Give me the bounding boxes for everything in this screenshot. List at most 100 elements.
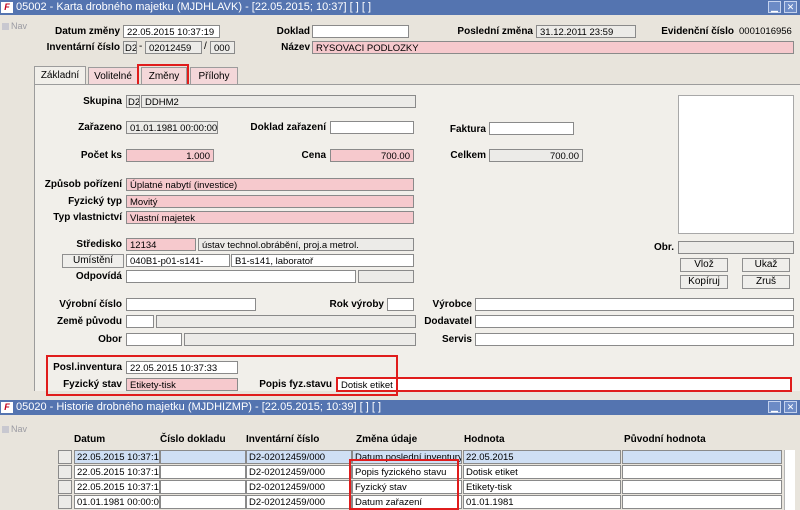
popis-fyz-stavu-field[interactable]: Dotisk etiket [336, 377, 792, 392]
nazev-field[interactable]: RYSOVACI PODLOZKY [312, 41, 794, 54]
cell-datum[interactable]: 01.01.1981 00:00:00 [74, 495, 160, 509]
pocet-ks-label: Počet ks [80, 150, 122, 161]
celkem-label: Celkem [450, 150, 486, 161]
stredisko-code-field[interactable]: 12134 [126, 238, 196, 251]
doklad-field[interactable] [312, 25, 409, 38]
zpusob-porizeni-label: Způsob pořízení [44, 179, 122, 190]
umisteni-code-field[interactable]: 040B1-p01-s141- [126, 254, 230, 267]
vyrobni-cislo-field[interactable] [126, 298, 256, 311]
doklad-zarazeni-field[interactable] [330, 121, 414, 134]
cell-hodnota[interactable]: 22.05.2015 [463, 450, 621, 464]
obr-label: Obr. [653, 242, 674, 253]
cell-inv[interactable]: D2-02012459/000 [246, 465, 352, 479]
datum-zmeny-label: Datum změny [54, 26, 120, 37]
rok-vyroby-label: Rok výroby [329, 299, 384, 310]
cell-inv[interactable]: D2-02012459/000 [246, 450, 352, 464]
minimize-button[interactable]: ▁ [768, 1, 781, 13]
cell-doklad[interactable] [160, 450, 246, 464]
pocet-ks-field[interactable]: 1.000 [126, 149, 214, 162]
row-selector[interactable] [58, 495, 72, 509]
cell-inv[interactable]: D2-02012459/000 [246, 480, 352, 494]
column-header-cislo-dokladu[interactable]: Číslo dokladu [160, 434, 226, 445]
umisteni-name-field[interactable]: B1-s141, laboratoř [231, 254, 414, 267]
cell-datum[interactable]: 22.05.2015 10:37:19 [74, 450, 160, 464]
nav-icon [2, 23, 9, 30]
faktura-field[interactable] [489, 122, 574, 135]
app-logo-icon: F [1, 2, 13, 13]
cell-doklad[interactable] [160, 465, 246, 479]
column-header-hodnota[interactable]: Hodnota [464, 434, 505, 445]
cena-label: Cena [301, 150, 326, 161]
rok-vyroby-field[interactable] [387, 298, 414, 311]
close-button[interactable]: ✕ [784, 1, 797, 13]
odpovida-field[interactable] [126, 270, 356, 283]
doklad-label: Doklad [276, 26, 310, 37]
kopiruj-button[interactable]: Kopíruj [680, 275, 728, 289]
zeme-puvodu-code-field[interactable] [126, 315, 154, 328]
nav-icon [2, 426, 9, 433]
column-header-puvodni-hodnota[interactable]: Původní hodnota [624, 434, 706, 445]
column-header-inventarni-cislo[interactable]: Inventární číslo [246, 434, 319, 445]
cell-datum[interactable]: 22.05.2015 10:37:19 [74, 465, 160, 479]
inventarni-cislo-label: Inventární číslo [46, 42, 120, 53]
stredisko-label: Středisko [76, 239, 122, 250]
cell-puvodni[interactable] [622, 480, 782, 494]
cell-puvodni[interactable] [622, 465, 782, 479]
inv-suffix-field[interactable]: 000 [210, 41, 235, 54]
vloz-button[interactable]: Vlož [680, 258, 728, 272]
typ-vlastnictvi-label: Typ vlastnictví [53, 212, 122, 223]
cell-doklad[interactable] [160, 480, 246, 494]
cell-datum[interactable]: 22.05.2015 10:37:19 [74, 480, 160, 494]
row-selector[interactable] [58, 450, 72, 464]
zarazeno-field[interactable]: 01.01.1981 00:00:00 [126, 121, 218, 134]
cena-field[interactable]: 700.00 [330, 149, 414, 162]
window2-title-bar[interactable]: F 05020 - Historie drobného majetku (MJD… [0, 400, 800, 415]
row-selector[interactable] [58, 480, 72, 494]
odpovida-label: Odpovídá [75, 271, 122, 282]
datum-zmeny-field[interactable]: 22.05.2015 10:37:19 [123, 25, 220, 38]
posledni-zmena-field: 31.12.2011 23:59 [536, 25, 636, 38]
umisteni-button[interactable]: Umístění [62, 254, 124, 268]
close-button[interactable]: ✕ [784, 401, 797, 413]
zrus-button[interactable]: Zruš [742, 275, 790, 289]
fyzicky-typ-field[interactable]: Movitý [126, 195, 414, 208]
typ-vlastnictvi-field[interactable]: Vlastní majetek [126, 211, 414, 224]
zpusob-porizeni-field[interactable]: Úplatné nabytí (investice) [126, 178, 414, 191]
column-header-zmena-udaje[interactable]: Změna údaje [356, 434, 417, 445]
nav-button[interactable]: Nav [0, 423, 30, 435]
faktura-label: Faktura [449, 124, 486, 135]
stredisko-name-field: ústav technol.obrábění, proj.a metrol. [198, 238, 414, 251]
nav-label: Nav [11, 21, 28, 31]
column-header-datum[interactable]: Datum [74, 434, 105, 445]
cell-hodnota[interactable]: Dotisk etiket [463, 465, 621, 479]
tab-prilohy[interactable]: Přílohy [190, 67, 238, 84]
cell-puvodni[interactable] [622, 450, 782, 464]
tab-volitelne[interactable]: Volitelné [88, 67, 138, 84]
obor-code-field[interactable] [126, 333, 182, 346]
cell-hodnota[interactable]: Etikety-tisk [463, 480, 621, 494]
celkem-field: 700.00 [489, 149, 583, 162]
nav-label: Nav [11, 424, 28, 434]
ukaz-button[interactable]: Ukaž [742, 258, 790, 272]
nav-button[interactable]: Nav [0, 20, 30, 32]
history-scrollbar[interactable] [784, 450, 795, 510]
cell-doklad[interactable] [160, 495, 246, 509]
servis-field[interactable] [475, 333, 794, 346]
minimize-button[interactable]: ▁ [768, 401, 781, 413]
dodavatel-field[interactable] [475, 315, 794, 328]
row-selector[interactable] [58, 465, 72, 479]
inv-number-field[interactable]: 02012459 [145, 41, 202, 54]
tab-zakladni[interactable]: Základní [34, 66, 86, 85]
skupina-code-field[interactable]: D2 [126, 95, 140, 108]
obor-name-field [184, 333, 416, 346]
vyrobce-field[interactable] [475, 298, 794, 311]
inv-dash: - [139, 41, 143, 52]
picture-box[interactable] [678, 95, 794, 234]
highlight-tab-zmeny [137, 64, 189, 86]
cell-hodnota[interactable]: 01.01.1981 [463, 495, 621, 509]
window-title-bar[interactable]: F 05002 - Karta drobného majetku (MJDHLA… [0, 0, 800, 15]
fyzicky-typ-label: Fyzický typ [68, 196, 122, 207]
cell-inv[interactable]: D2-02012459/000 [246, 495, 352, 509]
cell-puvodni[interactable] [622, 495, 782, 509]
inv-prefix-field[interactable]: D2 [123, 41, 137, 54]
